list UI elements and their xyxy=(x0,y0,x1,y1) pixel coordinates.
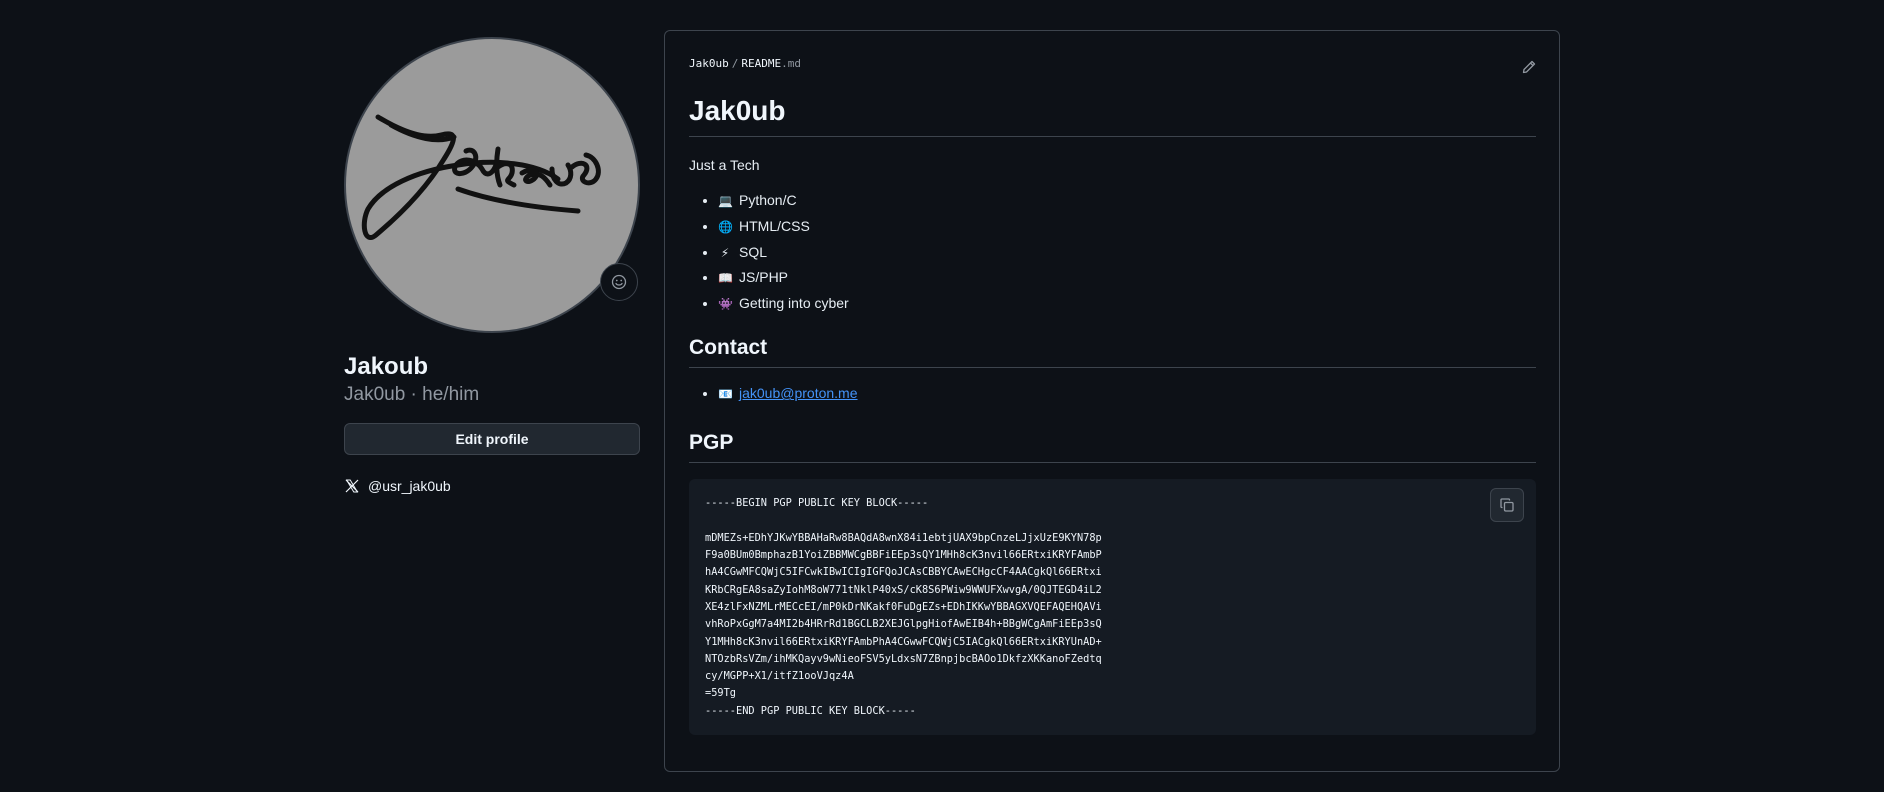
skills-list: 💻 Python/C 🌐 HTML/CSS ⚡ SQL 📖 JS/PHP 👾 Gettin… xyxy=(689,190,1536,314)
avatar[interactable] xyxy=(344,37,640,333)
breadcrumb-ext: .md xyxy=(781,57,801,70)
list-item: 📖 JS/PHP xyxy=(718,267,1536,288)
skill-label: JS/PHP xyxy=(739,269,789,286)
profile-sidebar: Jakoub Jak0ub · he/him Edit profile @usr… xyxy=(344,37,640,494)
lightning-icon: ⚡ xyxy=(720,245,730,260)
login-pronouns: Jak0ub · he/him xyxy=(344,384,480,405)
social-handle: @usr_jak0ub xyxy=(368,478,451,494)
list-item: 👾 Getting into cyber xyxy=(718,293,1536,314)
copy-button[interactable] xyxy=(1490,488,1524,523)
skill-label: HTML/CSS xyxy=(739,217,810,234)
breadcrumb: Jak0ub / README.md xyxy=(689,57,801,70)
signature-avatar-icon xyxy=(361,114,601,240)
book-icon: 📖 xyxy=(718,271,733,286)
list-item: 🌐 HTML/CSS xyxy=(718,216,1536,237)
pencil-icon xyxy=(1522,60,1536,74)
smiley-icon xyxy=(611,274,627,290)
readme-tagline: Just a Tech xyxy=(689,157,760,173)
laptop-icon: 💻 xyxy=(718,194,733,208)
breadcrumb-separator: / xyxy=(731,57,739,70)
social-link-x[interactable]: @usr_jak0ub xyxy=(344,478,640,494)
readme-content: Jak0ub Just a Tech 💻 Python/C 🌐 HTML/CSS ⚡… xyxy=(689,91,1536,736)
list-item: 📧 jak0ub@proton.me xyxy=(718,383,1536,404)
email-link[interactable]: jak0ub@proton.me xyxy=(739,385,858,401)
skill-label: Python/C xyxy=(739,192,797,208)
skill-label: Getting into cyber xyxy=(739,295,849,312)
pgp-heading: PGP xyxy=(689,428,1536,464)
breadcrumb-owner[interactable]: Jak0ub xyxy=(689,57,729,70)
contact-list: 📧 jak0ub@proton.me xyxy=(689,383,1536,404)
pgp-code-block: -----BEGIN PGP PUBLIC KEY BLOCK----- mDM… xyxy=(689,479,1536,736)
skill-label: SQL xyxy=(739,243,768,260)
profile-page: Jakoub Jak0ub · he/him Edit profile @usr… xyxy=(0,0,1884,792)
contact-heading: Contact xyxy=(689,333,1536,369)
x-logo-icon xyxy=(345,479,359,493)
alien-monster-icon: 👾 xyxy=(718,297,733,312)
readme-card: Jak0ub/README.md Jak0ub Just a Tech 💻Pyt… xyxy=(664,30,1560,772)
readme-title: Jak0ub xyxy=(689,91,1536,137)
globe-icon: 🌐 xyxy=(718,219,733,234)
breadcrumb-file[interactable]: README xyxy=(741,57,781,70)
pgp-key-text: -----BEGIN PGP PUBLIC KEY BLOCK----- mDM… xyxy=(705,497,1102,717)
display-name: Jakoub xyxy=(344,353,429,380)
set-status-button[interactable] xyxy=(600,263,638,301)
copy-icon xyxy=(1500,498,1514,512)
avatar-container xyxy=(344,37,640,333)
edit-profile-button[interactable]: Edit profile xyxy=(344,423,640,455)
list-item: 💻 Python/C xyxy=(718,190,1536,211)
edit-readme-button[interactable] xyxy=(1521,59,1537,75)
email-icon: 📧 xyxy=(718,387,733,402)
list-item: ⚡ SQL xyxy=(718,242,1536,263)
